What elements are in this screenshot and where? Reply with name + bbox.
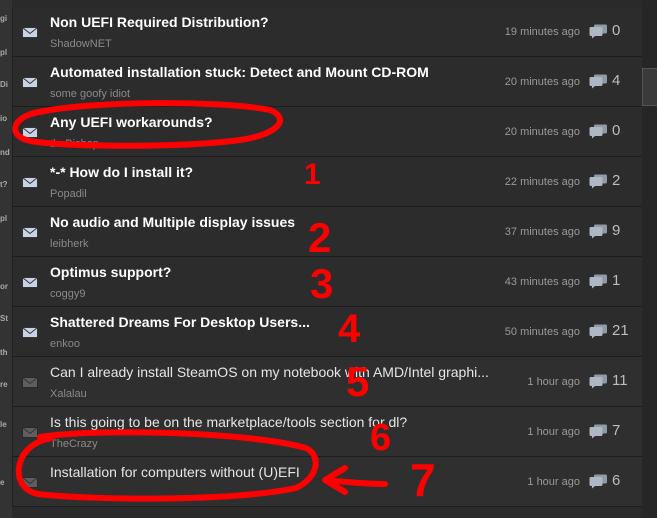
sidebar-fragment: th bbox=[0, 348, 8, 357]
topic-row[interactable]: Non UEFI Required Distribution? ShadowNET… bbox=[13, 7, 642, 57]
side-tab[interactable] bbox=[642, 68, 657, 106]
topic-time: 19 minutes ago bbox=[504, 26, 580, 38]
reply-count: 2 bbox=[612, 172, 621, 189]
topic-author[interactable]: coggy9 bbox=[50, 288, 85, 300]
envelope-icon bbox=[22, 27, 38, 38]
reply-count: 7 bbox=[612, 422, 621, 439]
topic-time: 20 minutes ago bbox=[504, 126, 580, 138]
topic-title[interactable]: Any UEFI workarounds? bbox=[50, 114, 213, 130]
left-sidebar-fragment: gi pl Di io nd t? pl or St th re le e bbox=[0, 0, 12, 518]
topic-row[interactable]: *-* How do I install it? Popadil 22 minute… bbox=[13, 157, 642, 207]
topic-time: 20 minutes ago bbox=[504, 76, 580, 88]
sidebar-fragment: re bbox=[0, 380, 8, 389]
sidebar-fragment: nd bbox=[0, 148, 10, 157]
envelope-icon bbox=[22, 477, 38, 488]
reply-count: 1 bbox=[612, 272, 621, 289]
reply-count: 6 bbox=[612, 472, 621, 489]
comments-icon bbox=[589, 324, 607, 339]
topic-author[interactable]: some goofy idiot bbox=[50, 88, 130, 100]
topic-title[interactable]: Installation for computers without (U)EF… bbox=[50, 464, 300, 480]
comments-icon bbox=[589, 24, 607, 39]
topic-row[interactable]: Any UEFI workarounds? theBishop 20 minutes… bbox=[13, 107, 642, 157]
reply-count: 9 bbox=[612, 222, 621, 239]
reply-count: 11 bbox=[612, 372, 628, 389]
sidebar-fragment: t? bbox=[0, 180, 8, 189]
topic-time: 43 minutes ago bbox=[504, 276, 580, 288]
topic-title[interactable]: Shattered Dreams For Desktop Users... bbox=[50, 314, 310, 330]
topic-author[interactable]: Xalalau bbox=[50, 388, 87, 400]
sidebar-fragment: or bbox=[0, 282, 8, 291]
sidebar-fragment: pl bbox=[0, 214, 8, 223]
topic-row[interactable]: Automated installation stuck: Detect and… bbox=[13, 57, 642, 107]
topic-row[interactable]: Can I already install SteamOS on my note… bbox=[13, 357, 642, 407]
topic-row[interactable]: Installation for computers without (U)EF… bbox=[13, 457, 642, 507]
reply-count: 21 bbox=[612, 322, 629, 339]
topic-list: Non UEFI Required Distribution? ShadowNET… bbox=[12, 7, 642, 507]
envelope-icon bbox=[22, 177, 38, 188]
envelope-icon bbox=[22, 427, 38, 438]
envelope-icon bbox=[22, 277, 38, 288]
right-scroll-edge bbox=[642, 0, 657, 518]
topic-row[interactable]: Optimus support? coggy9 43 minutes ago 1 bbox=[13, 257, 642, 307]
sidebar-fragment: Di bbox=[0, 80, 8, 89]
topic-author[interactable]: theBishop bbox=[50, 138, 99, 150]
comments-icon bbox=[589, 124, 607, 139]
sidebar-fragment: le bbox=[0, 420, 7, 429]
comments-icon bbox=[589, 474, 607, 489]
topic-author[interactable]: Popadil bbox=[50, 188, 87, 200]
topic-title[interactable]: Automated installation stuck: Detect and… bbox=[50, 64, 429, 80]
topic-time: 1 hour ago bbox=[527, 376, 580, 388]
topic-title[interactable]: *-* How do I install it? bbox=[50, 164, 193, 180]
reply-count: 0 bbox=[612, 22, 621, 39]
topic-row[interactable]: Is this going to be on the marketplace/t… bbox=[13, 407, 642, 457]
comments-icon bbox=[589, 374, 607, 389]
comments-icon bbox=[589, 424, 607, 439]
envelope-icon bbox=[22, 227, 38, 238]
sidebar-fragment: io bbox=[0, 114, 8, 123]
reply-count: 4 bbox=[612, 72, 621, 89]
topic-author[interactable]: enkoo bbox=[50, 338, 80, 350]
comments-icon bbox=[589, 174, 607, 189]
envelope-icon bbox=[22, 327, 38, 338]
reply-count: 0 bbox=[612, 122, 621, 139]
sidebar-fragment: e bbox=[0, 478, 5, 487]
topic-title[interactable]: Is this going to be on the marketplace/t… bbox=[50, 414, 407, 430]
envelope-icon bbox=[22, 127, 38, 138]
comments-icon bbox=[589, 274, 607, 289]
topic-time: 37 minutes ago bbox=[504, 226, 580, 238]
topic-title[interactable]: No audio and Multiple display issues bbox=[50, 214, 295, 230]
sidebar-fragment: pl bbox=[0, 48, 8, 57]
topic-title[interactable]: Optimus support? bbox=[50, 264, 171, 280]
topic-author[interactable]: ShadowNET bbox=[50, 38, 112, 50]
topic-time: 50 minutes ago bbox=[504, 326, 580, 338]
topic-time: 1 hour ago bbox=[527, 476, 580, 488]
topic-author[interactable]: TheCrazy bbox=[50, 438, 98, 450]
comments-icon bbox=[589, 74, 607, 89]
envelope-icon bbox=[22, 77, 38, 88]
topic-row[interactable]: Shattered Dreams For Desktop Users... enk… bbox=[13, 307, 642, 357]
envelope-icon bbox=[22, 377, 38, 388]
topic-title[interactable]: Non UEFI Required Distribution? bbox=[50, 14, 269, 30]
topic-time: 22 minutes ago bbox=[504, 176, 580, 188]
topic-row[interactable]: No audio and Multiple display issues leib… bbox=[13, 207, 642, 257]
topic-title[interactable]: Can I already install SteamOS on my note… bbox=[50, 364, 489, 380]
sidebar-fragment: St bbox=[0, 314, 8, 323]
sidebar-fragment: gi bbox=[0, 14, 8, 23]
comments-icon bbox=[589, 224, 607, 239]
topic-time: 1 hour ago bbox=[527, 426, 580, 438]
topic-author[interactable]: leibherk bbox=[50, 238, 89, 250]
